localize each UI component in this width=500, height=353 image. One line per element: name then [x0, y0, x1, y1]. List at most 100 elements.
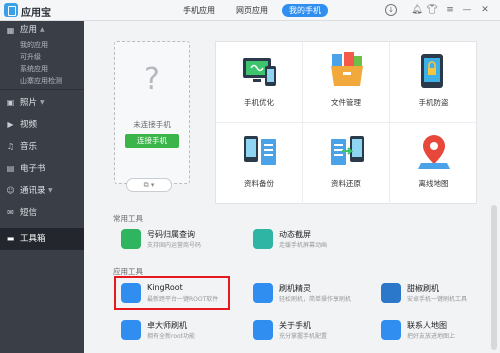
question-mark-icon: ? — [144, 62, 160, 97]
scrollbar[interactable] — [491, 205, 497, 350]
phone-info-icon — [253, 320, 273, 340]
sidebar-item-label: 短信 — [20, 208, 38, 218]
minimize-icon[interactable]: — — [461, 4, 473, 16]
tool-name: 卓大师刷机 — [147, 321, 187, 330]
kingroot-highlight-box — [114, 276, 230, 310]
tool-desc: 安卓手机一键刷机工具 — [407, 296, 468, 303]
common-tools-heading: 常用工具 — [113, 214, 143, 223]
sidebar-item-label: 应用 — [20, 25, 38, 35]
sidebar-item-toolbox[interactable]: ▬ 工具箱 — [0, 228, 84, 250]
tool-tianjiao[interactable]: 甜椒刷机 安卓手机一键刷机工具 — [381, 281, 500, 307]
image-icon: ▣ — [6, 98, 15, 107]
sidebar-sub-updatable[interactable]: 可升级 — [0, 51, 84, 63]
phone-placeholder: ? 未连接手机 连接手机 — [114, 41, 190, 184]
menu-icon[interactable]: ≡ — [444, 4, 456, 16]
feature-label: 手机防盗 — [418, 98, 449, 107]
screenshot-dropdown-button[interactable]: ⧉ ▾ — [126, 178, 172, 192]
feature-antitheft[interactable]: 手机防盗 — [390, 42, 477, 123]
sidebar-sub-system-apps[interactable]: 系统应用 — [0, 63, 84, 75]
skin-icon[interactable]: 👕︎ — [426, 4, 438, 16]
tool-shuaji-jingling[interactable]: 刷机精灵 轻松刷机，简单操作享刷机 — [253, 281, 373, 307]
tool-desc: 拥有全新root功能 — [147, 333, 196, 340]
file-manage-icon — [331, 52, 363, 86]
video-icon: ▶ — [7, 120, 14, 129]
tool-desc: 轻松刷机，简单操作享刷机 — [279, 296, 352, 303]
sidebar-item-apps[interactable]: ▦ 应用 ▲ — [0, 21, 84, 39]
divider — [0, 89, 84, 90]
sidebar-item-contacts[interactable]: ☺ 通讯录 ▼ — [0, 180, 84, 202]
message-icon: ✉ — [7, 208, 14, 217]
chevron-up-icon: ▲ — [40, 26, 45, 33]
apps-icon: ▦ — [6, 26, 15, 35]
feature-phone-optimize[interactable]: 手机优化 — [216, 42, 303, 123]
download-icon[interactable]: ↓ — [385, 4, 397, 16]
contact-map-icon — [381, 320, 401, 340]
tool-desc: 充分掌握手机配置 — [279, 333, 328, 340]
feature-label: 资料备份 — [244, 179, 274, 188]
tab-my-phone[interactable]: 我的手机 — [282, 4, 328, 17]
phone-optimize-icon — [243, 58, 276, 86]
tool-name: 动态截屏 — [279, 230, 311, 239]
tool-name: 刷机精灵 — [279, 284, 311, 293]
screenshot-icon — [253, 229, 273, 249]
feature-grid: 手机优化 文件管理 手机防盗 资料备份 资料还原 离线地图 — [215, 41, 477, 204]
sidebar-item-label: 通讯录 — [20, 186, 46, 196]
restore-icon — [331, 136, 364, 165]
chevron-down-icon: ▾ — [150, 181, 155, 189]
tool-desc: 把好友放进地图上 — [407, 333, 456, 340]
tool-name: 号码归属查询 — [147, 230, 195, 239]
screenshot-icon: ⧉ — [143, 181, 149, 189]
sidebar-item-label: 音乐 — [20, 142, 38, 152]
feature-backup[interactable]: 资料备份 — [216, 123, 303, 204]
backup-icon — [244, 136, 276, 165]
sidebar-item-video[interactable]: ▶ 视频 — [0, 114, 84, 136]
chevron-down-icon: ▼ — [40, 99, 45, 106]
tool-dynamic-screenshot[interactable]: 动态截屏 走缓手机屏幕动画 — [253, 227, 373, 253]
sidebar-item-photos[interactable]: ▣ 照片 ▼ — [0, 92, 84, 114]
tool-number-lookup[interactable]: 号码归属查询 支持国内运营商号码 — [121, 227, 241, 253]
sidebar-sub-my-apps[interactable]: 我的应用 — [0, 39, 84, 51]
feature-restore[interactable]: 资料还原 — [303, 123, 390, 204]
phone-lookup-icon — [121, 229, 141, 249]
tool-name: 联系人地图 — [407, 321, 447, 330]
tool-name: 甜椒刷机 — [407, 284, 439, 293]
feature-label: 离线地图 — [418, 179, 449, 188]
title-bar: 应用宝 手机应用 网页应用 我的手机 ↓ 🔔︎ 👕︎ ≡ — ✕ — [0, 0, 500, 21]
offline-map-icon — [418, 135, 450, 169]
app-title: 应用宝 — [21, 8, 51, 19]
contacts-icon: ☺ — [6, 186, 15, 195]
tab-mobile-apps[interactable]: 手机应用 — [177, 4, 221, 17]
sidebar-item-ebook[interactable]: ▤ 电子书 — [0, 158, 84, 180]
sidebar-item-sms[interactable]: ✉ 短信 — [0, 202, 84, 224]
sidebar-item-label: 电子书 — [20, 164, 46, 174]
tool-desc: 支持国内运营商号码 — [147, 242, 202, 249]
feature-label: 文件管理 — [331, 98, 361, 107]
tool-about-phone[interactable]: 关于手机 充分掌握手机配置 — [253, 318, 373, 344]
feature-label: 手机优化 — [244, 98, 274, 107]
sidebar-item-music[interactable]: ♫ 音乐 — [0, 136, 84, 158]
bell-icon[interactable]: 🔔︎ — [411, 4, 423, 16]
zhuodashi-icon — [121, 320, 141, 340]
no-connection-text: 未连接手机 — [133, 120, 171, 129]
feature-label: 资料还原 — [331, 179, 361, 188]
tool-zhuodashi[interactable]: 卓大师刷机 拥有全新root功能 — [121, 318, 241, 344]
flash-tool-icon — [253, 283, 273, 303]
sidebar-item-label: 工具箱 — [20, 234, 46, 244]
chevron-down-icon: ▼ — [48, 187, 53, 194]
sidebar-item-label: 视频 — [20, 120, 38, 130]
tool-contact-map[interactable]: 联系人地图 把好友放进地图上 — [381, 318, 500, 344]
sidebar-sub-fake-detect[interactable]: 山寨应用检测 — [0, 75, 84, 87]
feature-offline-map[interactable]: 离线地图 — [390, 123, 477, 204]
feature-file-manage[interactable]: 文件管理 — [303, 42, 390, 123]
connect-phone-button[interactable]: 连接手机 — [125, 134, 179, 148]
app-logo-icon — [4, 3, 18, 17]
book-icon: ▤ — [6, 164, 15, 173]
tab-web-apps[interactable]: 网页应用 — [232, 4, 272, 17]
tool-name: 关于手机 — [279, 321, 311, 330]
phone-antitheft-icon — [421, 54, 443, 88]
pepper-flash-icon — [381, 283, 401, 303]
close-icon[interactable]: ✕ — [479, 4, 491, 16]
toolbox-icon: ▬ — [6, 234, 15, 243]
music-icon: ♫ — [6, 142, 15, 151]
sidebar-item-label: 照片 — [20, 98, 38, 108]
